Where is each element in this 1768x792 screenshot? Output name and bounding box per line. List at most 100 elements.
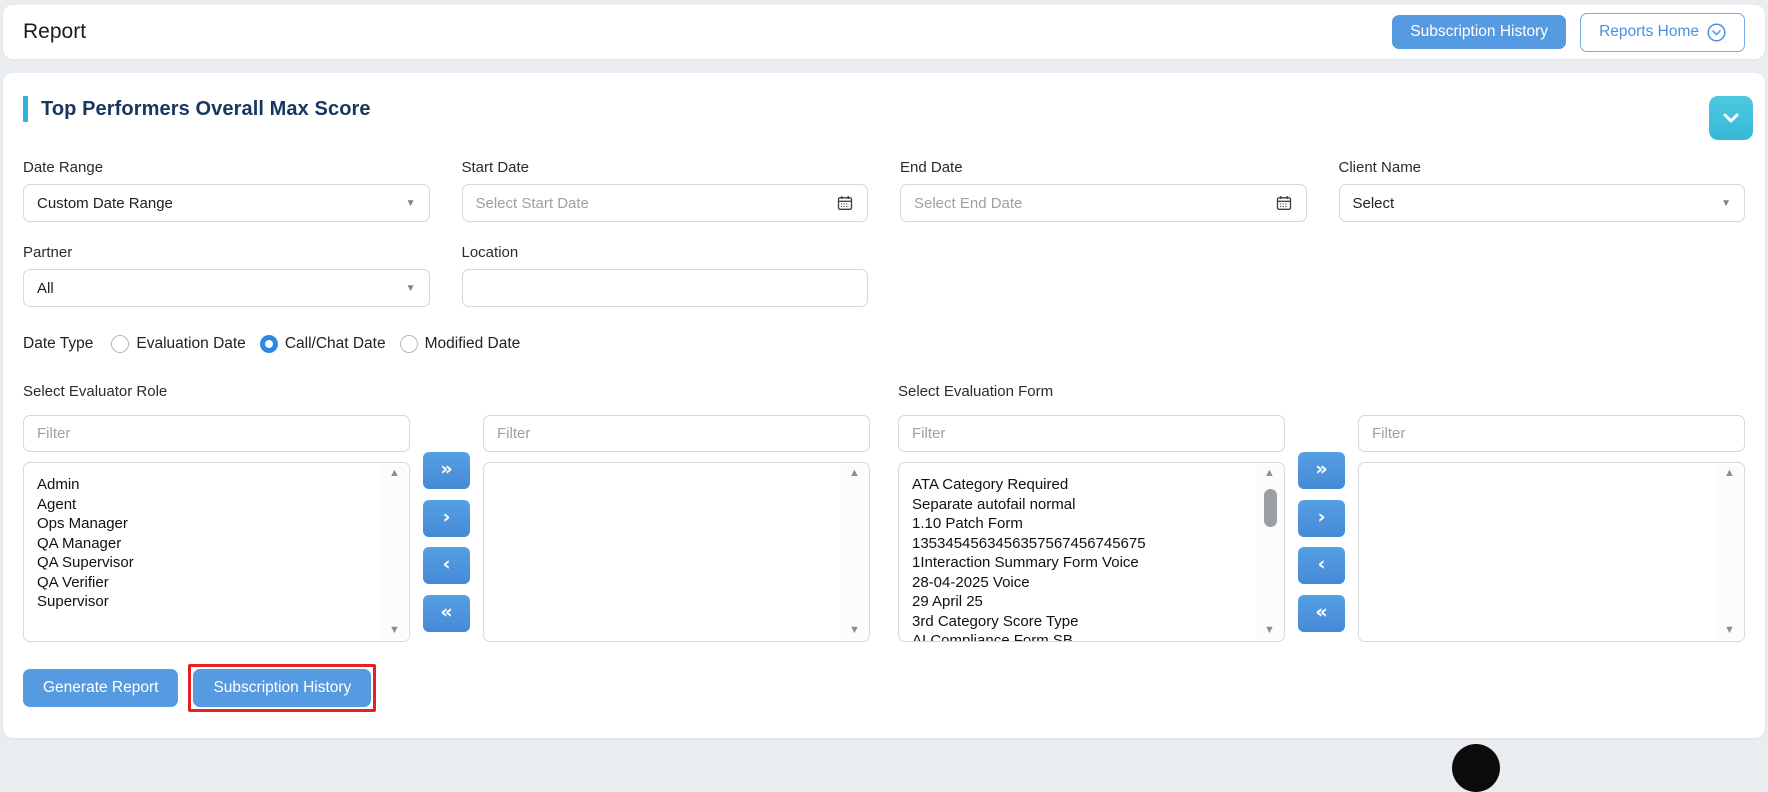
location-input-wrap <box>462 269 869 307</box>
date-type-group: Date Type Evaluation Date Call/Chat Date M… <box>23 335 1745 353</box>
scroll-up-icon[interactable]: ▲ <box>1264 468 1275 479</box>
page-header: Report Subscription History Reports Home <box>3 5 1765 59</box>
client-name-value: Select <box>1353 195 1714 212</box>
evaluation-form-label: Select Evaluation Form <box>898 383 1285 403</box>
chevron-down-icon <box>1723 113 1739 123</box>
client-name-select[interactable]: Select ▼ <box>1339 184 1746 222</box>
evaluator-role-selected-list[interactable]: ▲ ▼ <box>483 462 870 642</box>
radio-label: Modified Date <box>425 335 521 353</box>
scroll-up-icon[interactable]: ▲ <box>389 468 400 479</box>
list-item[interactable]: 1.10 Patch Form <box>912 514 1250 534</box>
reports-home-label: Reports Home <box>1599 24 1699 40</box>
move-all-right-button[interactable]: » <box>1298 452 1345 489</box>
list-item[interactable]: 1353454563456357567456745675 <box>912 534 1250 554</box>
panel-title: Top Performers Overall Max Score <box>41 98 371 121</box>
list-item[interactable]: 29 April 25 <box>912 592 1250 612</box>
list-item[interactable]: QA Supervisor <box>37 553 375 573</box>
end-date-label: End Date <box>900 159 1307 176</box>
radio-icon <box>111 335 129 353</box>
start-date-input-wrap <box>462 184 869 222</box>
list-item[interactable]: 28-04-2025 Voice <box>912 573 1250 593</box>
move-left-button[interactable]: ‹ <box>423 547 470 584</box>
list-item[interactable]: Separate autofail normal <box>912 495 1250 515</box>
accent-bar <box>23 96 28 122</box>
chevron-down-icon: ▼ <box>406 198 416 209</box>
start-date-input[interactable] <box>476 195 829 212</box>
end-date-field: End Date <box>900 159 1307 222</box>
evaluator-role-section: Select Evaluator Role AdminAgentOps Mana… <box>23 383 870 642</box>
chevron-down-icon: ▼ <box>406 283 416 294</box>
floating-widget[interactable] <box>1452 744 1500 792</box>
generate-report-button[interactable]: Generate Report <box>23 669 178 707</box>
evaluation-form-filter-input[interactable] <box>898 415 1285 452</box>
date-type-label: Date Type <box>23 335 93 353</box>
evaluation-form-transfer-buttons: » › ‹ « <box>1298 452 1345 632</box>
partner-select[interactable]: All ▼ <box>23 269 430 307</box>
move-right-button[interactable]: › <box>1298 500 1345 537</box>
lists-section: Select Evaluator Role AdminAgentOps Mana… <box>23 383 1745 642</box>
evaluation-form-selected-list[interactable]: ▲ ▼ <box>1358 462 1745 642</box>
list-item[interactable]: Ops Manager <box>37 514 375 534</box>
evaluator-role-filter-input[interactable] <box>23 415 410 452</box>
radio-option[interactable]: Call/Chat Date <box>260 335 386 353</box>
location-input[interactable] <box>476 280 855 297</box>
date-range-select[interactable]: Custom Date Range ▼ <box>23 184 430 222</box>
evaluation-form-section: Select Evaluation Form ATA Category Requ… <box>898 383 1745 642</box>
radio-checked-icon <box>260 335 278 353</box>
list-item[interactable]: Admin <box>37 475 375 495</box>
calendar-icon[interactable] <box>836 194 854 212</box>
scroll-down-icon[interactable]: ▼ <box>1264 625 1275 636</box>
radio-label: Evaluation Date <box>136 335 245 353</box>
list-item[interactable]: ATA Category Required <box>912 475 1250 495</box>
evaluator-role-selected-filter-input[interactable] <box>483 415 870 452</box>
move-all-left-button[interactable]: « <box>1298 595 1345 632</box>
subscription-history-button[interactable]: Subscription History <box>1392 15 1566 49</box>
filter-form: Date Range Custom Date Range ▼ Start Dat… <box>23 159 1745 307</box>
scroll-up-icon[interactable]: ▲ <box>1724 468 1735 479</box>
move-right-button[interactable]: › <box>423 500 470 537</box>
list-item[interactable]: QA Manager <box>37 534 375 554</box>
scrollbar: ▲ ▼ <box>1716 464 1743 640</box>
list-item[interactable]: Supervisor <box>37 592 375 612</box>
evaluator-role-available-list[interactable]: AdminAgentOps ManagerQA ManagerQA Superv… <box>23 462 410 642</box>
chevron-down-circle-icon <box>1707 23 1726 42</box>
client-name-label: Client Name <box>1339 159 1746 176</box>
list-item[interactable]: Agent <box>37 495 375 515</box>
move-left-button[interactable]: ‹ <box>1298 547 1345 584</box>
date-type-options: Evaluation Date Call/Chat Date Modified Da… <box>111 335 520 353</box>
radio-option[interactable]: Modified Date <box>400 335 521 353</box>
partner-value: All <box>37 280 398 297</box>
radio-icon <box>400 335 418 353</box>
client-name-field: Client Name Select ▼ <box>1339 159 1746 222</box>
evaluator-role-transfer-buttons: » › ‹ « <box>423 452 470 632</box>
start-date-field: Start Date <box>462 159 869 222</box>
subscription-history-action-button[interactable]: Subscription History <box>193 669 371 707</box>
evaluation-form-available-col: Select Evaluation Form ATA Category Requ… <box>898 383 1285 642</box>
radio-option[interactable]: Evaluation Date <box>111 335 245 353</box>
list-item[interactable]: QA Verifier <box>37 573 375 593</box>
move-all-right-button[interactable]: » <box>423 452 470 489</box>
evaluator-role-available-col: Select Evaluator Role AdminAgentOps Mana… <box>23 383 410 642</box>
radio-label: Call/Chat Date <box>285 335 386 353</box>
start-date-label: Start Date <box>462 159 869 176</box>
calendar-icon[interactable] <box>1275 194 1293 212</box>
list-item[interactable]: 1Interaction Summary Form Voice <box>912 553 1250 573</box>
end-date-input[interactable] <box>914 195 1267 212</box>
scroll-up-icon[interactable]: ▲ <box>849 468 860 479</box>
scroll-down-icon[interactable]: ▼ <box>849 625 860 636</box>
evaluation-form-selected-filter-input[interactable] <box>1358 415 1745 452</box>
header-actions: Subscription History Reports Home <box>1392 13 1745 52</box>
list-item[interactable]: 3rd Category Score Type <box>912 612 1250 632</box>
move-all-left-button[interactable]: « <box>423 595 470 632</box>
partner-label: Partner <box>23 244 430 261</box>
collapse-panel-button[interactable] <box>1709 96 1753 140</box>
evaluator-role-label: Select Evaluator Role <box>23 383 410 403</box>
list-item[interactable]: AI Compliance Form SB <box>912 631 1250 642</box>
scrollbar-thumb[interactable] <box>1264 489 1277 527</box>
scroll-down-icon[interactable]: ▼ <box>389 625 400 636</box>
reports-home-button[interactable]: Reports Home <box>1580 13 1745 52</box>
chevron-down-icon: ▼ <box>1721 198 1731 209</box>
scrollbar: ▲ ▼ <box>841 464 868 640</box>
scroll-down-icon[interactable]: ▼ <box>1724 625 1735 636</box>
evaluation-form-available-list[interactable]: ATA Category RequiredSeparate autofail n… <box>898 462 1285 642</box>
